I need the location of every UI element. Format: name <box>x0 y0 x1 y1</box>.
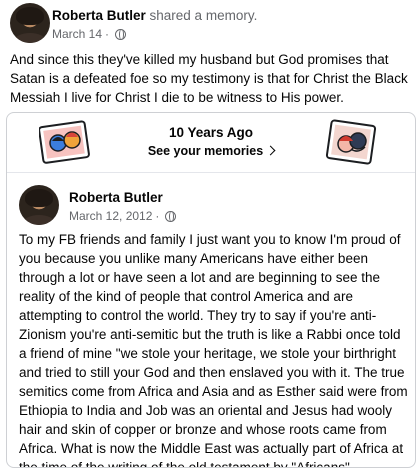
post-header: Roberta Butler shared a memory. March 14… <box>10 3 407 43</box>
couple-illustration-icon <box>325 119 377 165</box>
memory-banner[interactable]: 10 Years Ago See your memories <box>7 113 415 173</box>
post-action: shared a memory. <box>149 8 258 23</box>
original-post-meta: March 12, 2012 · <box>69 209 177 223</box>
original-post-header: Roberta Butler March 12, 2012 · <box>19 185 319 225</box>
avatar[interactable] <box>10 3 50 43</box>
original-header-text: Roberta Butler <box>69 190 163 205</box>
original-author-name[interactable]: Roberta Butler <box>69 190 163 205</box>
post-text: And since this they've killed my husband… <box>10 52 408 105</box>
post-header-text: Roberta Butler shared a memory. <box>52 8 257 23</box>
author-name[interactable]: Roberta Butler <box>52 8 146 23</box>
globe-icon[interactable] <box>165 210 177 222</box>
date-separator: · <box>105 27 110 41</box>
avatar-hair <box>25 189 53 207</box>
memory-card: 10 Years Ago See your memories Roberta B… <box>6 112 416 468</box>
date-separator: · <box>155 209 160 223</box>
avatar-hair <box>16 7 44 25</box>
chevron-right-icon <box>265 145 276 156</box>
globe-icon[interactable] <box>115 28 127 40</box>
original-post-text: To my FB friends and family I just want … <box>19 232 408 468</box>
post-meta: March 14 · <box>52 27 127 41</box>
avatar-shoulders <box>23 215 55 225</box>
original-post-date[interactable]: March 12, 2012 <box>69 209 152 223</box>
avatar-shoulders <box>14 33 46 43</box>
original-avatar[interactable] <box>19 185 59 225</box>
post-date[interactable]: March 14 <box>52 27 102 41</box>
see-memories-label: See your memories <box>147 144 264 158</box>
